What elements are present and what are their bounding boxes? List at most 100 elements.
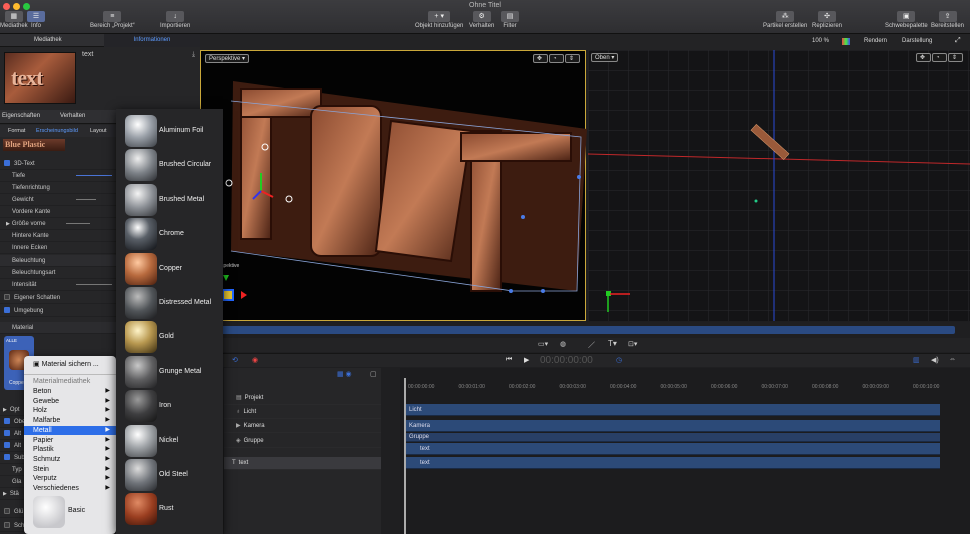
layer-licht[interactable]: ♁ Licht <box>224 406 381 419</box>
material-chrome[interactable]: Chrome <box>125 218 221 251</box>
checkbox-icon[interactable] <box>4 454 10 460</box>
expand-icon[interactable]: ⇔ <box>949 356 956 363</box>
record-icon[interactable]: ◉ <box>252 356 258 364</box>
subtab-erscheinungsbild[interactable]: Erscheinungsbild <box>36 128 78 134</box>
darstellung-menu[interactable]: Darstellung <box>902 38 932 44</box>
view-cube-icon[interactable] <box>222 289 234 301</box>
zoom-level[interactable]: 100 % <box>812 38 829 44</box>
play-icon[interactable]: ▶ <box>524 356 529 364</box>
filter-button[interactable]: ▤ Filter <box>501 11 519 29</box>
bereich-projekt-button[interactable]: ≡ Bereich „Projekt“ <box>90 11 135 29</box>
perspective-viewer[interactable]: Perspektive ▾ ✥ ◔ ⇕ spektive <box>200 50 587 321</box>
basic-label[interactable]: Basic <box>68 507 85 514</box>
tab-informationen[interactable]: Informationen <box>104 34 200 47</box>
color-channels-icon[interactable] <box>842 38 850 45</box>
checkbox-icon[interactable] <box>4 294 10 300</box>
disclosure-triangle-icon[interactable]: ▶ <box>6 221 10 227</box>
previous-frame-icon[interactable]: ⏮ <box>506 356 512 364</box>
layer-text[interactable]: Ttext <box>224 457 381 470</box>
category-gewebe[interactable]: Gewebe ▶ <box>24 397 116 407</box>
layers-options-icon[interactable]: ▦ ◉ <box>337 370 352 378</box>
top-camera-menu[interactable]: Oben ▾ <box>591 53 619 62</box>
importieren-button[interactable]: ↓ Importieren <box>160 11 190 29</box>
material-distressed-metal[interactable]: Distressed Metal <box>125 287 221 319</box>
audio-icon[interactable]: ◀) <box>931 356 939 364</box>
mediathek-button[interactable]: ▦ Mediathek <box>0 11 28 29</box>
material-old-steel[interactable]: Old Steel <box>125 459 221 491</box>
layer-kamera[interactable]: ▶ Kamera <box>224 420 381 433</box>
material-rust[interactable]: Rust <box>125 493 221 526</box>
render-menu[interactable]: Rendern <box>864 38 887 44</box>
playhead[interactable] <box>404 378 406 534</box>
checkbox-icon[interactable] <box>4 522 10 528</box>
dolly-icon[interactable]: ⇕ <box>948 53 963 62</box>
category-verputz[interactable]: Verputz ▶ <box>24 474 116 484</box>
groesse-vorne-slider[interactable] <box>66 223 90 224</box>
info-button[interactable]: ☰ Info <box>27 11 45 29</box>
save-material-item[interactable]: ▣ Material sichern ... <box>24 360 116 370</box>
category-schmutz[interactable]: Schmutz ▶ <box>24 455 116 465</box>
loop-icon[interactable]: ⟲ <box>232 356 238 364</box>
checkbox-icon[interactable] <box>4 442 10 448</box>
bar-kamera[interactable]: Kamera <box>406 420 940 432</box>
subtab-layout[interactable]: Layout <box>90 128 107 134</box>
handle-icon[interactable] <box>577 175 581 179</box>
checkbox-icon[interactable] <box>4 508 10 514</box>
top-viewer[interactable]: Oben ▾ ✥ ◔ ⇕ <box>588 50 970 321</box>
handle-icon[interactable] <box>225 179 233 187</box>
checkbox-icon[interactable] <box>4 418 10 424</box>
bar-gruppe[interactable]: Gruppe <box>406 433 940 442</box>
bar-text-2[interactable]: text <box>406 457 940 469</box>
category-holz[interactable]: Holz ▶ <box>24 406 116 416</box>
text-tool-icon[interactable]: T▾ <box>608 339 617 348</box>
disclosure-triangle-icon[interactable]: ▶ <box>3 407 7 413</box>
basic-swatch-icon[interactable] <box>33 496 65 528</box>
category-papier[interactable]: Papier ▶ <box>24 436 116 446</box>
category-malfarbe[interactable]: Malfarbe ▶ <box>24 416 116 426</box>
schwebepalette-button[interactable]: ▣ Schwebepalette <box>885 11 928 29</box>
style-preset-preview[interactable]: Blue Plastic <box>3 139 65 151</box>
tiefe-slider[interactable] <box>76 175 112 176</box>
bar-text-1[interactable]: text <box>406 443 940 455</box>
bereitstellen-button[interactable]: ⇪ Bereitstellen <box>931 11 964 29</box>
disclosure-triangle-icon[interactable]: ▶ <box>3 491 7 497</box>
handle-icon[interactable] <box>521 215 525 219</box>
subtab-format[interactable]: Format <box>8 128 25 134</box>
material-brushed-circular[interactable]: Brushed Circular <box>125 149 221 182</box>
material-grunge-metal[interactable]: Grunge Metal <box>125 355 221 388</box>
shape-tool-icon[interactable]: ▭▾ <box>538 340 548 348</box>
pan-icon[interactable]: ✥ <box>916 53 931 62</box>
gewicht-slider[interactable] <box>76 199 96 200</box>
verhalten-button[interactable]: ⚙ Verhalten <box>469 11 494 29</box>
handle-icon[interactable] <box>509 289 513 293</box>
mini-timeline[interactable] <box>200 326 955 334</box>
category-plastik[interactable]: Plastik ▶ <box>24 445 116 455</box>
material-copper[interactable]: Copper <box>125 252 221 285</box>
category-beton[interactable]: Beton ▶ <box>24 387 116 397</box>
material-nickel[interactable]: Nickel <box>125 424 221 457</box>
material-aluminum-foil[interactable]: Aluminum Foil <box>125 115 221 147</box>
paint-tool-icon[interactable]: ◍ <box>560 340 566 348</box>
fullscreen-icon[interactable]: ⤢ <box>955 37 961 45</box>
handle-icon[interactable] <box>541 289 545 293</box>
tab-verhalten[interactable]: Verhalten <box>60 113 85 119</box>
timeline-toggle-icon[interactable]: ▥ <box>913 356 920 364</box>
checkbox-icon[interactable] <box>4 160 10 166</box>
replizieren-button[interactable]: ✣ Replizieren <box>812 11 842 29</box>
pin-icon[interactable]: ⤓ <box>192 51 195 59</box>
intensitaet-slider[interactable] <box>76 284 112 285</box>
material-brushed-metal[interactable]: Brushed Metal <box>125 183 221 216</box>
tab-mediathek[interactable]: Mediathek <box>34 37 62 43</box>
mask-tool-icon[interactable]: ⊡▾ <box>628 340 637 348</box>
material-gold[interactable]: Gold <box>125 321 221 354</box>
pen-tool-icon[interactable]: ／ <box>588 340 595 350</box>
checkbox-icon[interactable] <box>4 430 10 436</box>
objekt-hinzufuegen-button[interactable]: + ▾ Objekt hinzufügen <box>415 11 463 29</box>
partikel-erstellen-button[interactable]: ⁂ Partikel erstellen <box>763 11 807 29</box>
timecode-display[interactable]: 00:00:00:00 <box>540 355 593 366</box>
layer-gruppe[interactable]: ◈ Gruppe <box>224 435 381 448</box>
timing-icon[interactable]: ◷ <box>616 356 622 364</box>
category-stein[interactable]: Stein ▶ <box>24 465 116 475</box>
orbit-icon[interactable]: ◔ <box>932 53 947 62</box>
material-iron[interactable]: Iron <box>125 390 221 423</box>
